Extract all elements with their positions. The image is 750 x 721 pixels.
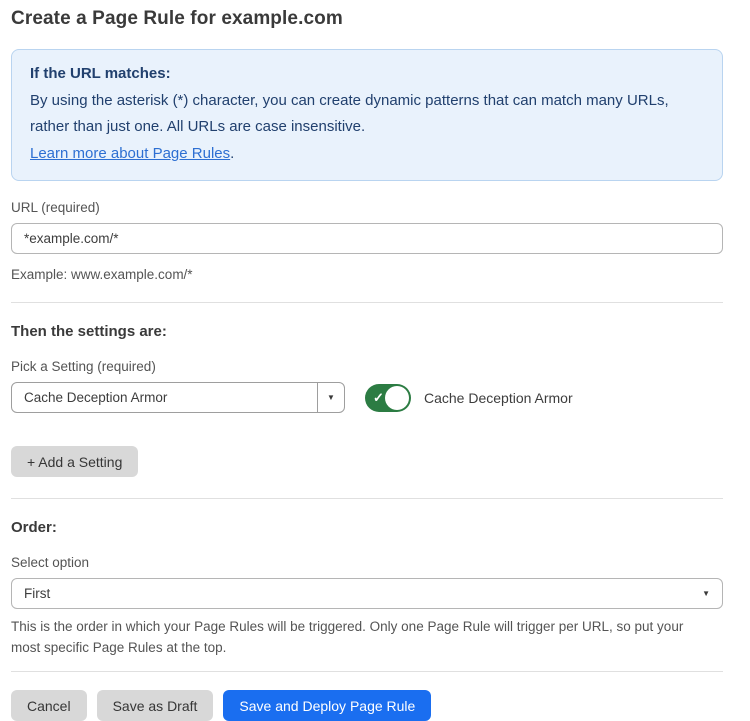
check-icon: ✓: [373, 391, 384, 404]
form-actions: Cancel Save as Draft Save and Deploy Pag…: [11, 690, 723, 721]
page-rule-form: Create a Page Rule for example.com If th…: [11, 0, 723, 721]
info-box-link-line: Learn more about Page Rules.: [30, 141, 704, 168]
cache-deception-armor-toggle[interactable]: ✓: [365, 384, 411, 412]
chevron-down-icon: ▼: [327, 393, 335, 402]
url-match-info-box: If the URL matches: By using the asteris…: [11, 49, 723, 181]
order-select-value: First: [12, 586, 702, 601]
order-select[interactable]: First ▼: [11, 578, 723, 609]
setting-dropdown[interactable]: Cache Deception Armor ▼: [11, 382, 345, 413]
setting-picker-label: Pick a Setting (required): [11, 359, 723, 374]
learn-more-link[interactable]: Learn more about Page Rules: [30, 145, 230, 162]
chevron-down-icon: ▼: [702, 589, 722, 598]
toggle-knob: [385, 386, 409, 410]
divider: [11, 498, 723, 499]
url-helper-text: Example: www.example.com/*: [11, 264, 723, 285]
save-and-deploy-button[interactable]: Save and Deploy Page Rule: [223, 690, 431, 721]
setting-dropdown-value: Cache Deception Armor: [12, 383, 317, 412]
divider: [11, 671, 723, 672]
order-section-heading: Order:: [11, 519, 723, 536]
order-helper-text: This is the order in which your Page Rul…: [11, 616, 711, 658]
url-input[interactable]: [11, 223, 723, 254]
cancel-button[interactable]: Cancel: [11, 690, 87, 721]
info-box-body: By using the asterisk (*) character, you…: [30, 88, 704, 141]
info-box-heading: If the URL matches:: [30, 61, 704, 88]
order-select-label: Select option: [11, 555, 723, 570]
url-field-label: URL (required): [11, 200, 723, 215]
divider: [11, 302, 723, 303]
link-suffix: .: [230, 145, 234, 162]
settings-section-heading: Then the settings are:: [11, 323, 723, 340]
toggle-label: Cache Deception Armor: [424, 390, 573, 406]
save-as-draft-button[interactable]: Save as Draft: [97, 690, 214, 721]
page-title: Create a Page Rule for example.com: [11, 8, 723, 30]
add-setting-button[interactable]: + Add a Setting: [11, 446, 138, 477]
setting-dropdown-arrow-button[interactable]: ▼: [317, 383, 344, 412]
info-box-body-text: By using the asterisk (*) character, you…: [30, 92, 669, 136]
setting-row: Cache Deception Armor ▼ ✓ Cache Deceptio…: [11, 382, 723, 413]
